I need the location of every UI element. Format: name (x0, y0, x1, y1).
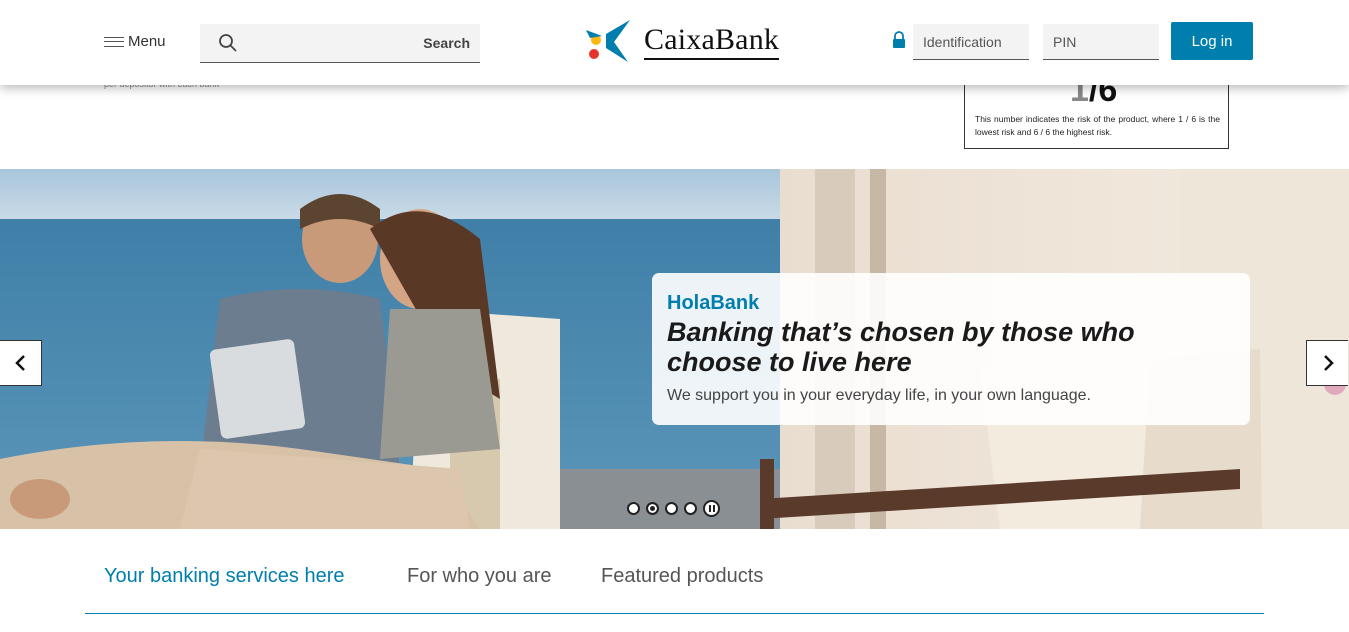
chevron-right-icon (1323, 355, 1334, 371)
search-input[interactable]: Search (200, 24, 480, 63)
pause-icon[interactable] (703, 500, 720, 517)
site-header: Menu Search CaixaBank Identification PIN… (0, 0, 1349, 85)
tab-for-who-you-are[interactable]: For who you are (407, 565, 552, 588)
slide-subtitle: We support you in your everyday life, in… (667, 387, 1091, 404)
caixabank-star-logo (586, 20, 630, 62)
carousel-next-button[interactable] (1306, 340, 1348, 386)
carousel-dot-2[interactable] (646, 502, 659, 515)
carousel-dot-3[interactable] (665, 502, 678, 515)
menu-button[interactable]: Menu (104, 33, 166, 50)
pin-field[interactable]: PIN (1043, 24, 1159, 60)
carousel-dots (627, 500, 720, 517)
search-icon (219, 34, 237, 52)
carousel-prev-button[interactable] (0, 340, 42, 386)
lock-icon (893, 31, 905, 48)
carousel-dot-1[interactable] (627, 502, 640, 515)
hero-carousel: HolaBank Banking that’s chosen by those … (0, 169, 1349, 529)
slide-title[interactable]: Banking that’s chosen by those who choos… (667, 317, 1235, 377)
risk-description: This number indicates the risk of the pr… (975, 114, 1220, 137)
tab-banking-services[interactable]: Your banking services here (104, 565, 345, 588)
hamburger-icon (104, 36, 124, 47)
hero-slide-card: HolaBank Banking that’s chosen by those … (652, 273, 1250, 425)
search-button-label[interactable]: Search (423, 35, 470, 51)
brand-name: CaixaBank (644, 22, 780, 60)
menu-label: Menu (128, 33, 166, 50)
carousel-dot-4[interactable] (684, 502, 697, 515)
caixabank-logo[interactable]: CaixaBank (584, 18, 790, 64)
chevron-left-icon (14, 355, 25, 371)
tab-featured-products[interactable]: Featured products (601, 565, 763, 588)
section-tabs: Your banking services here For who you a… (85, 560, 1264, 614)
slide-eyebrow[interactable]: HolaBank (667, 291, 1235, 315)
login-button[interactable]: Log in (1171, 22, 1253, 60)
identification-field[interactable]: Identification (913, 24, 1029, 60)
